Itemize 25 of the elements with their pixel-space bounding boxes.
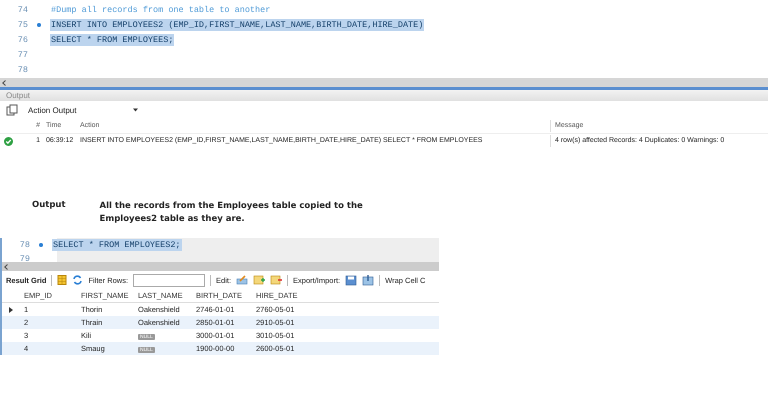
import-icon[interactable] [362, 274, 374, 286]
code-editor[interactable]: 74 #Dump all records from one table to another 75 INSERT INTO EMPLOYEES2 (EMP_ID,FIRST_NAME,LAST_NAME,BIRTH_DATE,HIRE_DATE) 76 SELECT * FROM EMPLOYEES; 77 78 [0, 0, 768, 76]
filter-rows-field[interactable] [133, 274, 206, 286]
caret-icon [133, 108, 138, 112]
panel-title: Output [6, 91, 30, 100]
delete-row-icon[interactable] [270, 275, 282, 285]
caption-label: Output [32, 200, 66, 212]
edit-row-icon[interactable] [236, 275, 248, 285]
add-row-icon[interactable] [253, 275, 266, 285]
caption-text: All the records from the Employees table copied to the Employees2 table as they are. [100, 200, 364, 226]
refresh-icon[interactable] [72, 275, 84, 285]
line-number: 75 [16, 20, 28, 30]
grid-icon[interactable] [57, 275, 68, 285]
scroll-left-icon[interactable] [2, 80, 6, 86]
scroll-left-icon[interactable] [4, 264, 8, 270]
copy-icon[interactable] [6, 104, 18, 116]
horizontal-scrollbar[interactable] [0, 78, 768, 87]
line-number: 77 [16, 50, 28, 60]
line-number: 79 [18, 254, 30, 262]
line-number: 78 [18, 240, 30, 250]
line-number: 74 [16, 4, 28, 14]
export-icon[interactable] [345, 274, 358, 286]
horizontal-scrollbar[interactable] [2, 262, 439, 271]
line-number: 78 [16, 64, 28, 74]
line-number: 76 [16, 34, 28, 44]
